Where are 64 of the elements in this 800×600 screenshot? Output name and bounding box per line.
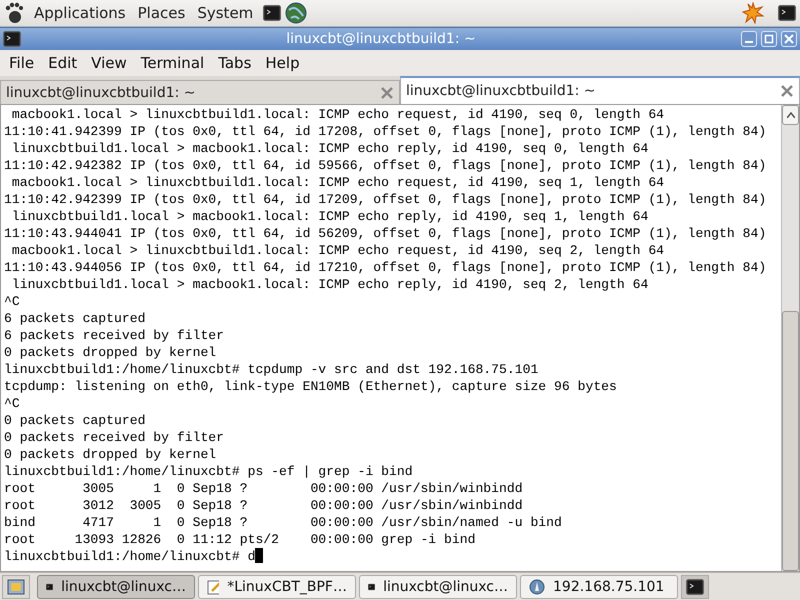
panel-menu[interactable]: Applications [28,4,132,22]
notepad-icon [207,578,220,594]
terminal-line: 11:10:42.942399 IP (tos 0x0, ttl 64, id 17209, offset 0, flags [none], proto ICMP (1), length 84) [4,192,766,207]
close-icon[interactable] [780,84,794,98]
text-cursor [255,548,264,563]
terminal-line: root 3005 1 0 Sep18 ? 00:00:00 /usr/sbin/winbindd [4,481,523,496]
close-icon [784,34,794,44]
terminal-line: 0 packets dropped by kernel [4,345,216,360]
terminal-line: root 3012 3005 0 Sep18 ? 00:00:00 /usr/sbin/winbindd [4,498,523,513]
terminal-line: linuxcbtbuild1:/home/linuxcbt# d [4,549,256,564]
terminal-line: 11:10:43.944056 IP (tos 0x0, ttl 64, id 17210, offset 0, flags [none], proto ICMP (1), length 84) [4,260,766,275]
terminal-icon [686,578,704,594]
menu-item[interactable]: Tabs [211,54,258,72]
terminal-line: 0 packets captured [4,413,146,428]
terminal-line: 6 packets captured [4,311,146,326]
menu-item[interactable]: Help [258,54,307,72]
close-button[interactable] [781,31,797,47]
menu-item[interactable]: View [84,54,134,72]
terminal-line: linuxcbtbuild1:/home/linuxcbt# tcpdump -v src and dst 192.168.75.101 [4,362,538,377]
terminal-icon[interactable] [778,5,796,21]
terminal-icon[interactable] [263,5,282,21]
workspace-button[interactable] [681,574,709,598]
taskbar-button[interactable]: 192.168.75.101 [520,574,678,598]
star-icon[interactable] [742,2,764,24]
menu-item[interactable]: Terminal [134,54,212,72]
terminal-line: tcpdump: listening on eth0, link-type EN10MB (Ethernet), capture size 96 bytes [4,379,617,394]
terminal-line: root 13093 12826 0 11:12 pts/2 00:00:00 grep -i bind [4,532,476,547]
terminal-line: 6 packets received by filter [4,328,224,343]
taskbar-button[interactable]: *LinuxCBT_BPF… [198,574,356,598]
terminal-line: 11:10:42.942382 IP (tos 0x0, ttl 64, id 59566, offset 0, flags [none], proto ICMP (1), length 84) [4,158,766,173]
terminal-line: linuxcbtbuild1:/home/linuxcbt# ps -ef | grep -i bind [4,464,413,479]
window-title: linuxcbt@linuxcbtbuild1: ~ [285,31,477,47]
caret-up-icon [786,112,794,118]
panel-menu[interactable]: Places [132,4,192,22]
show-desktop-button[interactable] [2,574,30,598]
terminal-line: linuxcbtbuild1.local > macbook1.local: ICMP echo reply, id 4190, seq 2, length 64 [10,277,648,292]
tab[interactable]: linuxcbt@linuxcbtbuild1: ~ [400,76,800,104]
terminal-line: linuxcbtbuild1.local > macbook1.local: ICMP echo reply, id 4190, seq 0, length 64 [10,141,648,156]
terminal-line: 0 packets received by filter [4,430,224,445]
terminal-line: 0 packets dropped by kernel [4,447,216,462]
terminal-line: bind 4717 1 0 Sep18 ? 00:00:00 /usr/sbin/named -u bind [4,515,562,530]
maximize-button[interactable] [761,31,777,47]
terminal-line: ^C [4,396,20,411]
terminal-line: macbook1.local > linuxcbtbuild1.local: ICMP echo request, id 4190, seq 2, length 64 [10,243,664,258]
taskbar-button[interactable]: linuxcbt@linuxc… [37,574,195,598]
scrollbar[interactable] [781,105,799,571]
terminal-line: macbook1.local > linuxcbtbuild1.local: ICMP echo request, id 4190, seq 1, length 64 [10,175,664,190]
terminal-line: ^C [4,294,20,309]
menu-item[interactable]: File [2,54,42,72]
menu-item[interactable]: Edit [41,54,84,72]
maximize-icon [764,34,774,44]
close-icon[interactable] [380,86,394,100]
terminal-line: macbook1.local > linuxcbtbuild1.local: ICMP echo request, id 4190, seq 0, length 64 [10,107,664,122]
terminal-line: 11:10:41.942399 IP (tos 0x0, ttl 64, id 17208, offset 0, flags [none], proto ICMP (1), length 84) [4,124,766,139]
desktop-icon [7,578,25,594]
taskbar-button[interactable]: linuxcbt@linuxc… [359,574,517,598]
foot-icon[interactable] [4,2,24,24]
minimize-icon [745,41,753,43]
panel-menu[interactable]: System [191,4,260,22]
minimize-button[interactable] [741,31,757,47]
terminal-icon[interactable] [3,31,21,47]
terminal-line: 11:10:43.944041 IP (tos 0x0, ttl 64, id 56209, offset 0, flags [none], proto ICMP (1), length 84) [4,226,766,241]
terminal-line: linuxcbtbuild1.local > macbook1.local: ICMP echo reply, id 4190, seq 1, length 64 [10,209,648,224]
tab[interactable]: linuxcbt@linuxcbtbuild1: ~ [0,80,400,104]
